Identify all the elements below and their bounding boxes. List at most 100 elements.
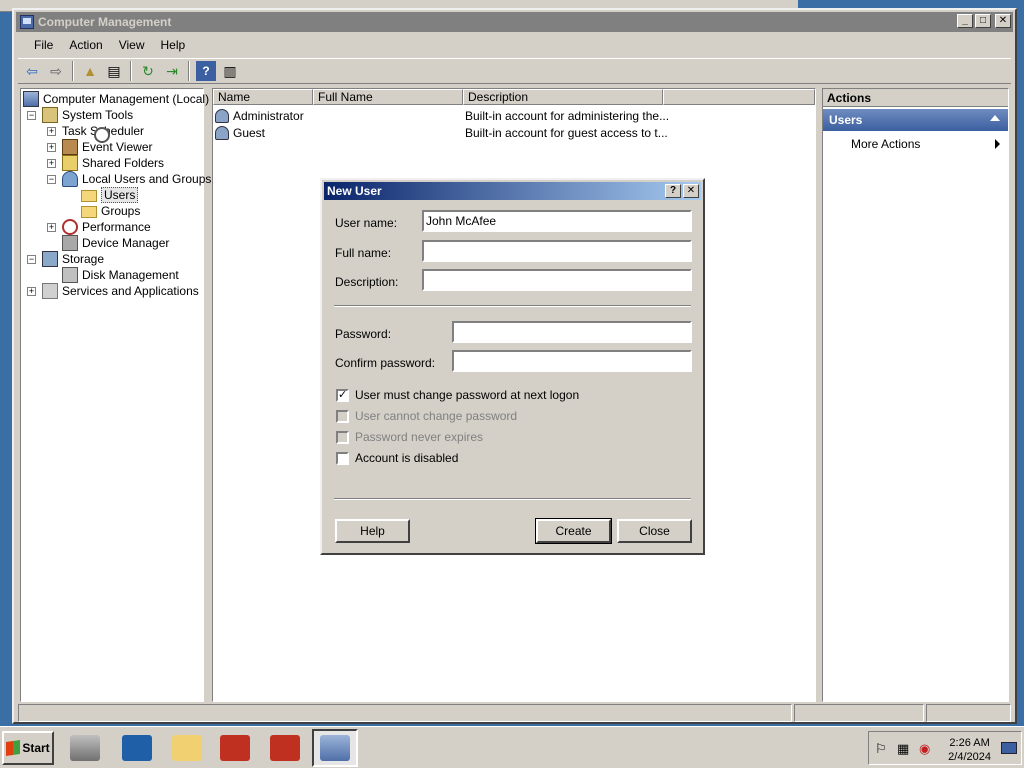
password-input[interactable] xyxy=(452,321,692,343)
menu-action[interactable]: Action xyxy=(61,36,110,54)
clock[interactable]: 2:26 AM 2/4/2024 xyxy=(948,736,991,764)
window-title: Computer Management xyxy=(38,15,172,29)
collapse-icon[interactable]: − xyxy=(47,174,56,184)
menu-help[interactable]: Help xyxy=(153,36,194,54)
expand-icon[interactable]: + xyxy=(47,222,56,232)
start-button[interactable]: Start xyxy=(2,731,54,765)
password-label: Password: xyxy=(335,327,392,341)
taskbar-computer-management[interactable] xyxy=(312,729,358,767)
full-name-label: Full name: xyxy=(335,246,392,260)
collapse-up-icon[interactable] xyxy=(990,115,1000,121)
tree-label: Disk Management xyxy=(82,268,179,282)
list-row-guest[interactable]: Guest Built-in account for guest access … xyxy=(215,124,668,141)
volume-muted-icon[interactable]: ◉ xyxy=(919,741,930,757)
status-segment xyxy=(794,704,924,722)
user-icon xyxy=(215,108,229,123)
help-button[interactable]: Help xyxy=(335,519,410,543)
tree-label: Performance xyxy=(82,220,151,234)
server-manager-icon xyxy=(70,735,100,761)
taskbar-explorer[interactable] xyxy=(164,729,210,767)
user-name-input[interactable] xyxy=(422,210,692,232)
menu-view[interactable]: View xyxy=(111,36,153,54)
taskbar-powershell[interactable] xyxy=(114,729,160,767)
help-icon[interactable]: ? xyxy=(196,61,216,81)
tree-local-users-groups[interactable]: − Local Users and Groups xyxy=(47,171,211,187)
maximize-button[interactable]: □ xyxy=(975,14,991,28)
window-titlebar[interactable]: Computer Management _ □ ✕ xyxy=(16,12,1013,32)
tools-icon xyxy=(42,107,58,123)
close-button[interactable]: ✕ xyxy=(995,14,1011,28)
export-list-icon[interactable]: ⇥ xyxy=(162,61,182,81)
checkbox-icon xyxy=(336,430,349,444)
show-hide-tree-icon[interactable]: ▤ xyxy=(104,61,124,81)
computer-management-icon xyxy=(320,735,350,761)
description-label: Description: xyxy=(335,275,399,289)
expand-icon[interactable]: + xyxy=(47,142,56,152)
tree-disk-management[interactable]: Disk Management xyxy=(62,267,179,283)
show-desktop-icon[interactable] xyxy=(1001,742,1017,754)
row-name: Guest xyxy=(233,125,266,140)
status-segment xyxy=(926,704,1011,722)
actions-group-label: Users xyxy=(829,113,863,127)
toolbox-icon xyxy=(270,735,300,761)
tree-shared-folders[interactable]: + Shared Folders xyxy=(47,155,164,171)
list-row-administrator[interactable]: Administrator Built-in account for admin… xyxy=(215,107,669,124)
tree-users[interactable]: Users xyxy=(81,187,139,203)
network-icon[interactable]: ▦ xyxy=(897,741,909,757)
status-bar xyxy=(18,704,1011,722)
dialog-help-button[interactable]: ? xyxy=(665,184,681,198)
taskbar-toolbox-1[interactable] xyxy=(212,729,258,767)
column-full-name[interactable]: Full Name xyxy=(313,89,463,105)
create-button[interactable]: Create xyxy=(535,518,612,544)
forward-arrow-icon[interactable]: ⇨ xyxy=(46,61,66,81)
action-pane-icon[interactable]: ▥ xyxy=(220,61,240,81)
minimize-button[interactable]: _ xyxy=(957,14,973,28)
tree-performance[interactable]: + Performance xyxy=(47,219,151,235)
folder-explorer-icon xyxy=(172,735,202,761)
tree-groups[interactable]: Groups xyxy=(81,203,140,219)
checkbox-label: Account is disabled xyxy=(355,451,459,465)
folder-icon xyxy=(81,190,97,202)
tree-system-tools[interactable]: − System Tools xyxy=(27,107,133,123)
row-name: Administrator xyxy=(233,108,304,123)
services-icon xyxy=(42,283,58,299)
dialog-titlebar[interactable]: New User ? ✕ xyxy=(324,182,701,200)
full-name-input[interactable] xyxy=(422,240,692,262)
checkbox-icon[interactable] xyxy=(336,451,349,465)
account-disabled-checkbox[interactable]: Account is disabled xyxy=(336,451,458,465)
toolbox-icon xyxy=(220,735,250,761)
tree-device-manager[interactable]: Device Manager xyxy=(62,235,169,251)
column-description[interactable]: Description xyxy=(463,89,663,105)
back-arrow-icon[interactable]: ⇦ xyxy=(22,61,42,81)
collapse-icon[interactable]: − xyxy=(27,254,36,264)
taskbar-toolbox-2[interactable] xyxy=(262,729,308,767)
expand-icon[interactable]: + xyxy=(47,126,56,136)
storage-icon xyxy=(42,251,58,267)
tree-storage[interactable]: − Storage xyxy=(27,251,104,267)
flag-icon[interactable]: ⚐ xyxy=(875,741,887,757)
tree-services[interactable]: + Services and Applications xyxy=(27,283,199,299)
expand-icon[interactable]: + xyxy=(27,286,36,296)
tree-label: Local Users and Groups xyxy=(82,172,212,186)
more-actions-item[interactable]: More Actions xyxy=(851,137,1002,151)
cannot-change-password-checkbox: User cannot change password xyxy=(336,409,517,423)
tree-root[interactable]: Computer Management (Local) xyxy=(23,91,209,107)
tree-event-viewer[interactable]: + Event Viewer xyxy=(47,139,152,155)
tree-task-scheduler[interactable]: + Task Scheduler xyxy=(47,123,144,143)
disk-icon xyxy=(62,267,78,283)
confirm-password-input[interactable] xyxy=(452,350,692,372)
menu-file[interactable]: File xyxy=(26,36,61,54)
description-input[interactable] xyxy=(422,269,692,291)
actions-group-users[interactable]: Users xyxy=(823,109,1008,131)
checkbox-checked-icon[interactable]: ✓ xyxy=(336,388,349,402)
toolbar-separator xyxy=(130,61,132,81)
dialog-close-x-button[interactable]: ✕ xyxy=(683,184,699,198)
taskbar-server-manager[interactable] xyxy=(62,729,108,767)
refresh-icon[interactable]: ↻ xyxy=(138,61,158,81)
expand-icon[interactable]: + xyxy=(47,158,56,168)
must-change-password-checkbox[interactable]: ✓ User must change password at next logo… xyxy=(336,388,579,402)
column-name[interactable]: Name xyxy=(213,89,313,105)
collapse-icon[interactable]: − xyxy=(27,110,36,120)
close-button[interactable]: Close xyxy=(617,519,692,543)
up-folder-icon[interactable]: ▲ xyxy=(80,61,100,81)
